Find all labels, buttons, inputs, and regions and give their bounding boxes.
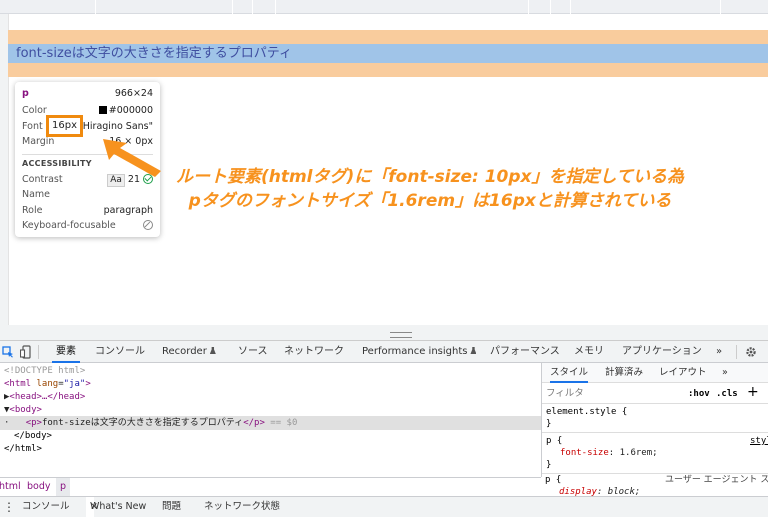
subtab-more-button[interactable]: » [722,363,728,383]
tab-performance-insights-label: Performance insights [362,346,468,357]
tooltip-contrast-label: Contrast [22,174,63,185]
drawer-menu-icon[interactable]: ⋮ [3,497,15,517]
hov-button[interactable]: :hov [688,389,710,399]
tab-application[interactable]: アプリケーション [622,341,702,363]
drawer-tab-whats-new[interactable]: What's New × [86,497,146,517]
drawer-tab-network-conditions[interactable]: ネットワーク状態 [204,497,280,517]
tab-recorder[interactable]: Recorder [162,341,216,363]
tab-sources[interactable]: ソース [238,341,268,363]
annotation-text: ルート要素(htmlタグ)に「font-size: 10px」を指定している為 … [170,165,690,213]
tab-performance[interactable]: パフォーマンス [490,341,560,363]
tooltip-size: 966×24 [114,88,153,99]
flask-icon [209,347,216,354]
drawer-tabbar: ⋮ コンソール What's New × 問題 ネットワーク状態 [0,496,768,517]
rule-ua-source: ユーザー エージェント スタ [665,475,768,485]
rule-p-declaration[interactable]: font-size: 1.6rem; [560,447,658,459]
tab-console[interactable]: コンソール [95,341,145,363]
rule-p-source-link[interactable]: style [750,435,768,447]
subtab-computed[interactable]: 計算済み [605,363,643,383]
styles-subtabs: スタイル 計算済み レイアウト » [542,363,768,383]
dom-doctype[interactable]: <!DOCTYPE html> [4,365,85,378]
rule-p-close: } [546,460,552,470]
devtools-resize-bar[interactable] [0,329,768,341]
annotation-arrow-icon [103,139,161,177]
tooltip-margin-label: Margin [22,136,55,147]
tooltip-focusable-label: Keyboard-focusable [22,220,116,231]
flask-icon [470,347,477,354]
color-swatch-icon [98,106,107,114]
breadcrumb-html[interactable]: html [0,478,21,496]
rule-element-style-close: } [546,419,552,429]
breadcrumb-p[interactable]: p [56,478,71,496]
styles-pane: スタイル 計算済み レイアウト » フィルタ :hov .cls + eleme… [541,363,768,477]
tooltip-tag: p [22,88,29,99]
inspect-element-icon[interactable] [2,346,14,358]
drawer-tab-console[interactable]: コンソール [22,497,70,517]
tooltip-color-label: Color [22,105,47,116]
drawer-tab-whats-new-label: What's New [90,501,147,512]
dom-html-close[interactable]: </html> [4,443,42,456]
annotation-highlight-box: 16px [46,115,83,137]
rule-p-selector[interactable]: p { [546,435,562,447]
tooltip-role-label: Role [22,205,43,216]
resize-grip-icon[interactable] [390,332,412,338]
not-focusable-icon [143,220,153,230]
elements-panel: <!DOCTYPE html> <html lang="ja"> ▶<head>… [0,363,541,477]
tab-recorder-label: Recorder [162,346,207,357]
cls-button[interactable]: .cls [716,389,738,399]
add-rule-button[interactable]: + [747,384,759,400]
tab-memory[interactable]: メモリ [574,341,604,363]
accessibility-heading: ACCESSIBILITY [22,159,92,168]
tab-performance-insights[interactable]: Performance insights [362,341,477,363]
devtools-tabbar: 要素 コンソール Recorder ソース ネットワーク Performance… [0,341,768,363]
annotation-line-1: ルート要素(htmlタグ)に「font-size: 10px」を指定している為 [175,167,685,187]
styles-filter-input[interactable]: フィルタ [546,386,676,402]
breadcrumb: html body p [0,477,541,496]
breadcrumb-body[interactable]: body [27,478,51,496]
viewport-ruler [0,0,768,14]
device-toolbar-icon[interactable] [20,345,32,359]
dom-head-collapsed[interactable]: ▶<head>…</head> [4,391,85,404]
dom-body-close[interactable]: </body> [14,430,52,443]
tab-network[interactable]: ネットワーク [284,341,344,363]
tooltip-role-value: paragraph [103,205,153,216]
rule-ua-selector[interactable]: p { [545,474,561,486]
subtab-layout[interactable]: レイアウト [659,363,707,383]
close-icon[interactable]: × [90,497,98,517]
more-tabs-button[interactable]: » [716,341,722,363]
tooltip-font-label: Font [22,121,43,132]
annotation-line-2: pタグのフォントサイズ「1.6rem」は16pxと計算されている [188,191,672,211]
dom-html-open[interactable]: <html lang="ja"> [4,378,91,391]
dom-p-selected[interactable]: · <p>font-sizeは文字の大きさを指定するプロパティ</p> == $… [4,417,297,430]
margin-highlight-bottom [8,63,768,77]
subtab-styles[interactable]: スタイル [550,363,589,383]
rule-element-style[interactable]: element.style { [546,406,627,418]
settings-gear-icon[interactable] [745,346,757,358]
annotation-box-text: 16px [52,120,77,131]
tooltip-color-value: #000000 [108,105,153,116]
drawer-tab-issues[interactable]: 問題 [162,497,181,517]
tooltip-name-label: Name [22,189,51,200]
margin-highlight-top [8,30,768,44]
paragraph-text: font-sizeは文字の大きさを指定するプロパティ [16,46,292,61]
tab-elements[interactable]: 要素 [52,341,80,363]
ua-rule: p { ユーザー エージェント スタ display: block; [541,474,768,498]
